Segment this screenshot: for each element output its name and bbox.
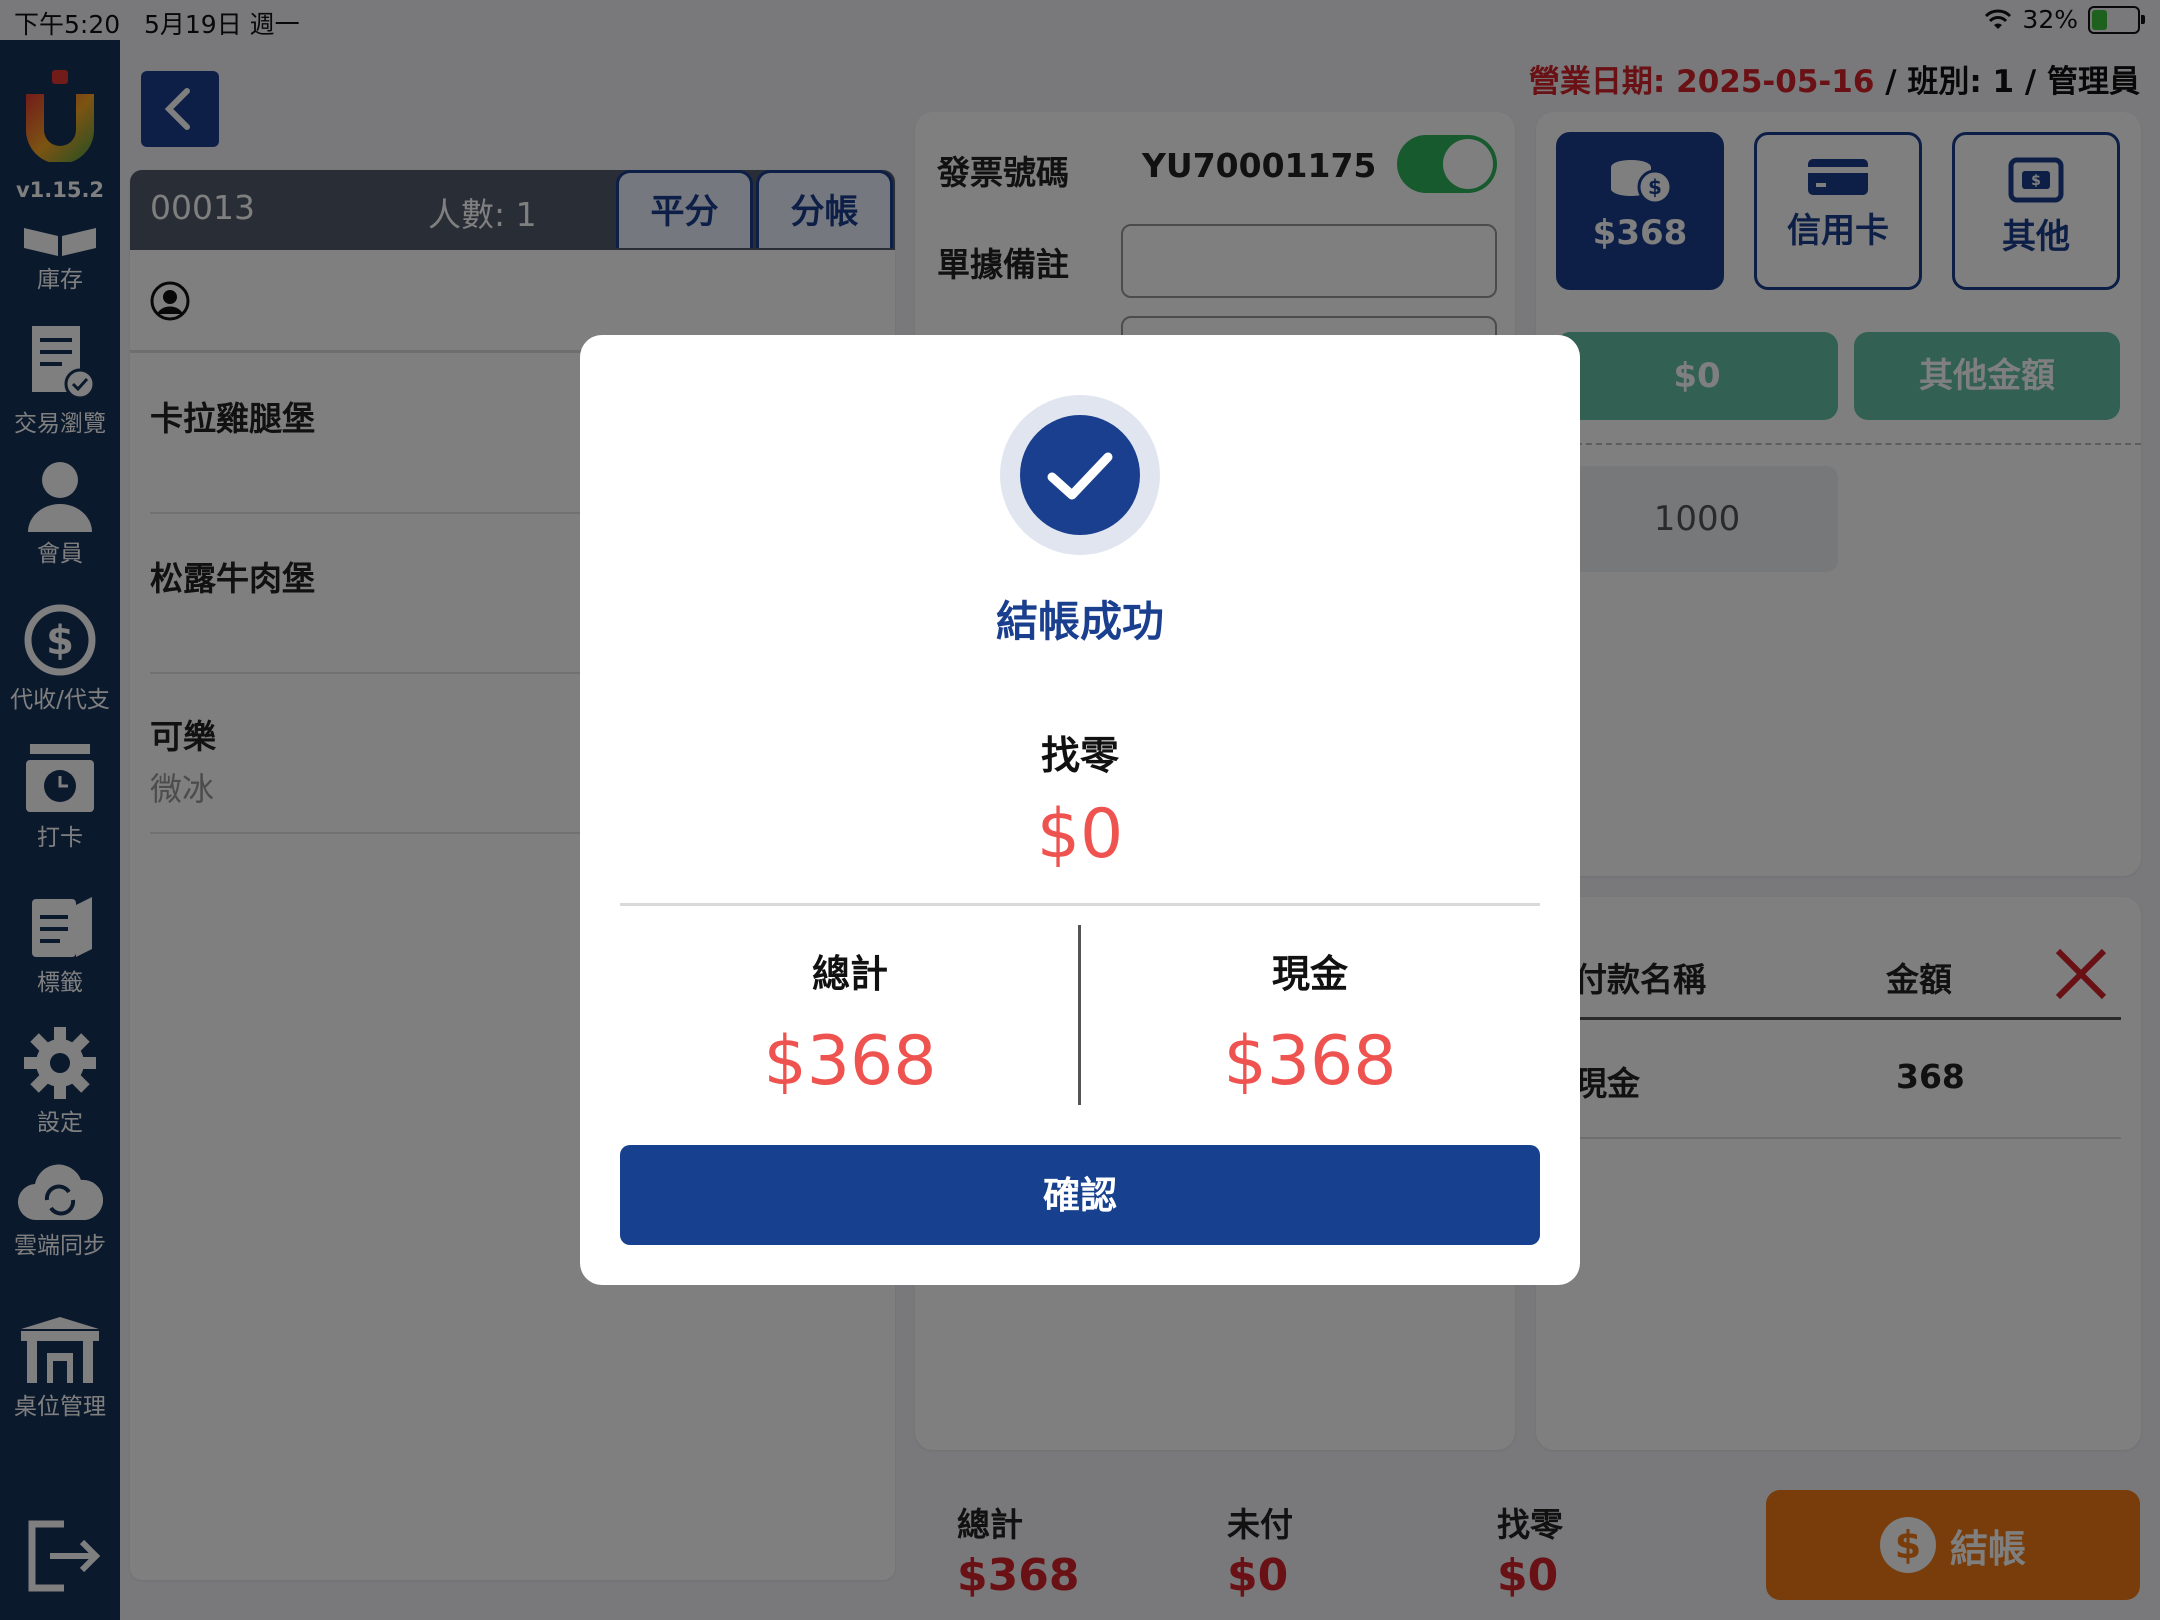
cash-label: 現金 xyxy=(1271,952,1348,996)
cash-value: $368 xyxy=(1223,1022,1397,1101)
divider xyxy=(620,903,1540,906)
total-block: 總計 $368 xyxy=(620,943,1080,1101)
cash-block: 現金 $368 xyxy=(1080,943,1540,1101)
total-label: 總計 xyxy=(811,952,888,996)
checkout-success-dialog: 結帳成功 找零 $0 總計 $368 現金 $368 確認 xyxy=(580,335,1580,1285)
confirm-button[interactable]: 確認 xyxy=(620,1145,1540,1245)
checkmark-icon xyxy=(1047,452,1113,500)
change-value: $0 xyxy=(1036,795,1124,874)
total-value: $368 xyxy=(763,1022,937,1101)
change-label: 找零 xyxy=(1040,734,1119,779)
dialog-title: 結帳成功 xyxy=(995,597,1164,646)
success-badge xyxy=(1000,395,1160,555)
